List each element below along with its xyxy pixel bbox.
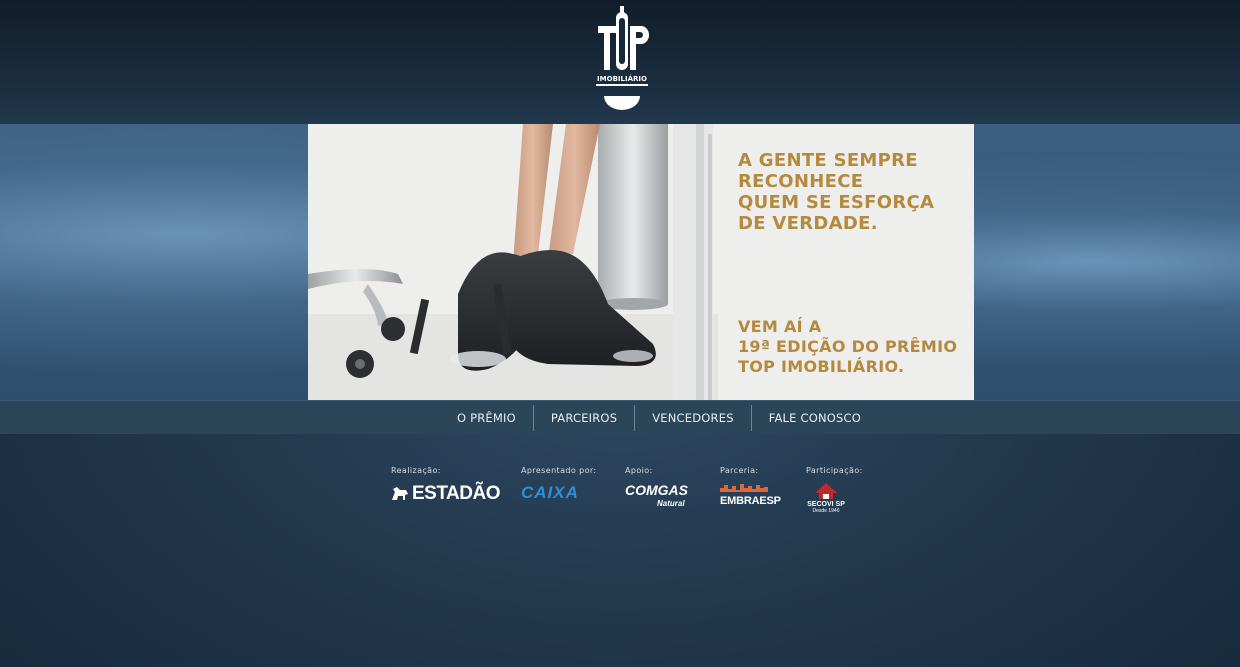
embraesp-logo[interactable]: EMBRAESP	[720, 483, 781, 507]
sponsor-label: Participação:	[806, 466, 863, 475]
sponsor-realizacao: Realização: ESTADÃO	[391, 466, 500, 505]
logo-text: IMOBILIÁRIO	[597, 74, 647, 83]
hero-subline: VEM AÍ A 19ª EDIÇÃO DO PRÊMIO TOP IMOBIL…	[738, 317, 968, 377]
estadao-logo[interactable]: ESTADÃO	[391, 483, 500, 505]
subline-line: VEM AÍ A	[738, 317, 822, 336]
sponsor-apoio: Apoio: COMGAS Natural	[625, 466, 688, 511]
sponsor-parceria: Parceria: EMBRAESP	[720, 466, 781, 507]
skyline-icon	[720, 484, 768, 492]
headline-line: DE VERDADE.	[738, 213, 878, 234]
headline-line: RECONHECE	[738, 171, 864, 192]
secovi-since: Desde 1946	[812, 508, 840, 514]
nav-item-vencedores[interactable]: VENCEDORES	[635, 405, 751, 431]
estadao-wordmark: ESTADÃO	[412, 483, 500, 504]
top-imobiliario-logo[interactable]: IMOBILIÁRIO	[594, 4, 650, 114]
sponsor-apresentado-por: Apresentado por: CAIXA	[521, 466, 597, 503]
comgas-wordmark: COMGAS	[625, 482, 688, 498]
nav-item-fale-conosco[interactable]: FALE CONOSCO	[752, 405, 878, 431]
nav-item-parceiros[interactable]: PARCEIROS	[534, 405, 634, 431]
house-icon	[815, 483, 837, 499]
main-navigation: O PRÊMIO PARCEIROS VENCEDORES FALE CONOS…	[0, 400, 1240, 434]
sponsor-label: Parceria:	[720, 466, 759, 475]
subline-line: TOP IMOBILIÁRIO.	[738, 357, 905, 376]
sponsor-participacao: Participação: SECOVI SP Desde 1946	[806, 466, 863, 514]
nav-menu: O PRÊMIO PARCEIROS VENCEDORES FALE CONOS…	[440, 401, 878, 434]
secovi-logo[interactable]: SECOVI SP Desde 1946	[806, 483, 846, 514]
nav-item-o-premio[interactable]: O PRÊMIO	[440, 405, 533, 431]
sponsor-label: Apresentado por:	[521, 466, 597, 475]
sponsor-label: Apoio:	[625, 466, 653, 475]
headline-line: A GENTE SEMPRE	[738, 150, 918, 171]
caixa-logo[interactable]: CAIXA	[521, 483, 597, 503]
embraesp-wordmark: EMBRAESP	[720, 495, 781, 507]
comgas-tagline: Natural	[657, 499, 685, 508]
horse-icon	[392, 487, 408, 500]
subline-line: 19ª EDIÇÃO DO PRÊMIO	[738, 337, 958, 356]
hero-headline: A GENTE SEMPRE RECONHECE QUEM SE ESFORÇA…	[738, 150, 968, 234]
caixa-wordmark: CAIXA	[521, 483, 579, 502]
headline-line: QUEM SE ESFORÇA	[738, 192, 935, 213]
secovi-wordmark: SECOVI SP	[807, 501, 845, 508]
comgas-logo[interactable]: COMGAS Natural	[625, 483, 688, 511]
sponsors-section: Realização: ESTADÃO Apresentado por: CAI…	[391, 466, 863, 526]
sponsor-label: Realização:	[391, 466, 441, 475]
